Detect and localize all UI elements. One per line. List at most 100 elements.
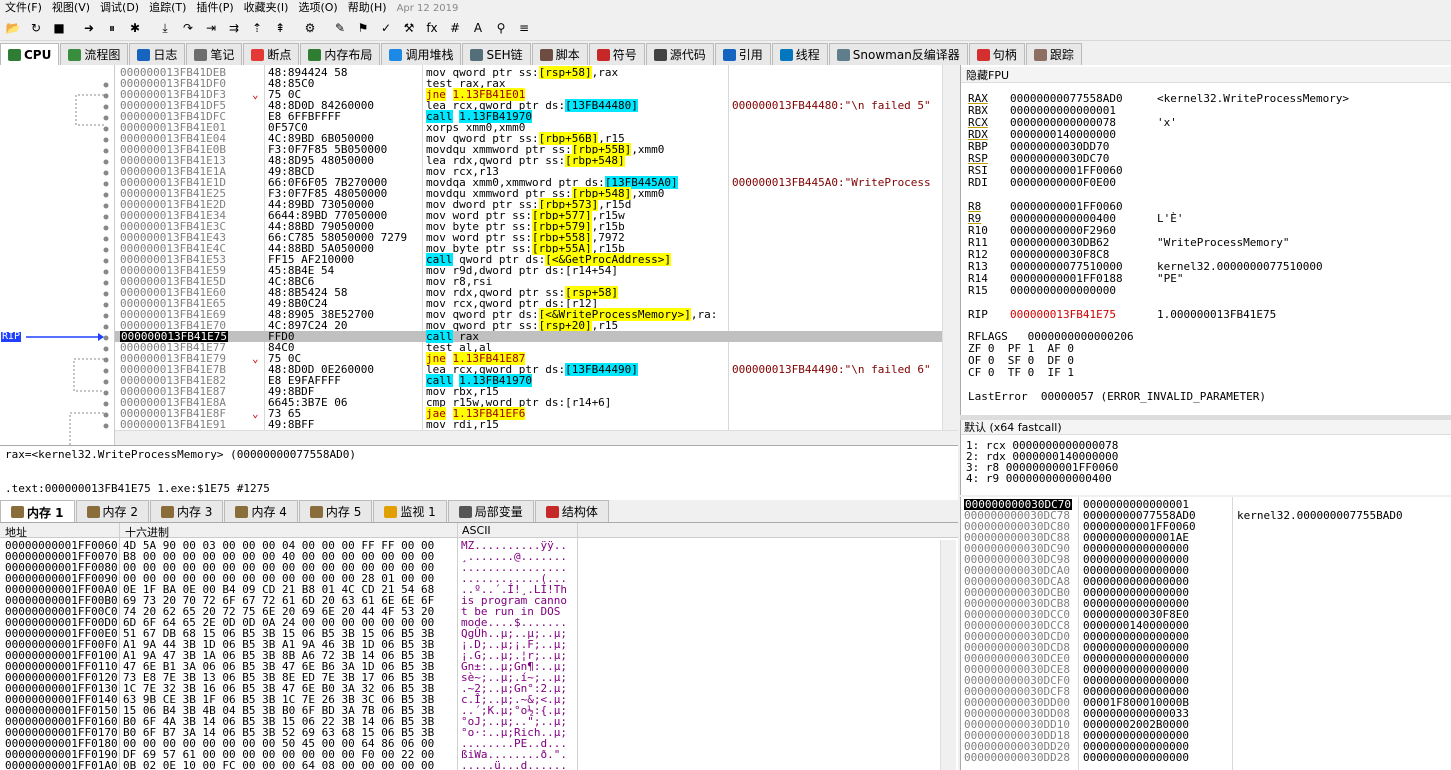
run-to-return-icon[interactable]: ⇞ — [271, 19, 289, 37]
main-tabs: CPU 流程图 日志 笔记 断点 内存布局 调用堆栈 SEH链 脚本 符号 源代码 引用 线程 Snowm… — [0, 43, 1451, 66]
tab-9[interactable]: 脚本 — [531, 43, 588, 65]
disasm-row[interactable]: 000000013FB41E77 84C0 test al,al — [115, 342, 942, 353]
font-icon[interactable]: A — [469, 19, 487, 37]
tab-label: 跟踪 — [1049, 48, 1074, 62]
tab-2[interactable]: 流程图 — [60, 43, 129, 65]
notes-icon — [194, 48, 208, 61]
call-arg-row[interactable]: 4: r9 0000000000000400 — [966, 473, 1112, 484]
menu-item[interactable]: 追踪(T) — [144, 0, 191, 15]
dump-tab-6[interactable]: 监视 1 — [373, 500, 447, 522]
dump-tab-2[interactable]: 内存 2 — [75, 500, 149, 522]
hash-icon[interactable]: # — [446, 19, 464, 37]
disasm-row[interactable]: 000000013FB41E8A 6645:3B7E 06 cmp r15w,wor… — [115, 397, 942, 408]
dump-tab-5[interactable]: 内存 5 — [298, 500, 373, 522]
menu-item[interactable]: 插件(P) — [191, 0, 238, 15]
step-into-icon[interactable]: ⤓ — [156, 19, 174, 37]
dump-vertical-scrollbar[interactable] — [940, 540, 956, 770]
tab-11[interactable]: 源代码 — [645, 43, 714, 65]
tab-1[interactable]: CPU — [0, 43, 60, 66]
disasm-row[interactable]: 000000013FB41DFC E8 6FFBFFFF call 1.13FB41… — [115, 110, 942, 123]
tab-12[interactable]: 引用 — [714, 43, 771, 65]
disasm-horizontal-scrollbar[interactable] — [115, 430, 958, 444]
register-value[interactable]: 0000000000000000 — [1010, 285, 1116, 297]
tab-8[interactable]: SEH链 — [462, 43, 531, 65]
tab-14[interactable]: Snowman反编译器 — [828, 43, 968, 65]
animate-icon[interactable]: ✱ — [126, 19, 144, 37]
disasm-gutter: RIP — [0, 65, 115, 445]
tab-6[interactable]: 内存布局 — [300, 43, 381, 65]
tab-label: SEH链 — [486, 48, 523, 62]
patch-icon[interactable]: ⚒ — [400, 19, 418, 37]
menu-item[interactable]: 文件(F) — [0, 0, 47, 15]
stack-row[interactable]: 000000000030DD28 0000000000000000 — [961, 752, 1451, 763]
register-value[interactable]: 000000013FB41E75 — [1010, 309, 1116, 321]
trace-over-icon[interactable]: ⇉ — [225, 19, 243, 37]
run-icon[interactable]: ➜ — [80, 19, 98, 37]
memory-dump-view[interactable]: 地址 十六进制 ASCII 00000000001FF0060 4D 5A 90 … — [0, 522, 958, 770]
tab-label: 引用 — [738, 48, 763, 62]
link-icon[interactable]: ⚲ — [492, 19, 510, 37]
open-folder-icon[interactable]: 📂 — [4, 19, 22, 37]
step-over-icon[interactable]: ↷ — [179, 19, 197, 37]
dump-tab-8[interactable]: 结构体 — [534, 500, 609, 522]
menu-item[interactable]: 视图(V) — [47, 0, 95, 15]
disasm-row[interactable]: 000000013FB41E75 FFD0 call rax — [115, 330, 942, 343]
breakpoint-dots — [103, 82, 109, 429]
disasm-row[interactable]: 000000013FB41DF0 48:85C0 test rax,rax — [115, 78, 942, 89]
source-icon — [653, 48, 667, 61]
tab-16[interactable]: 跟踪 — [1025, 43, 1082, 65]
tab-5[interactable]: 断点 — [243, 43, 300, 65]
stack-view[interactable]: 000000000030DC70 0000000000000001 00000000… — [960, 497, 1451, 770]
row-dot — [103, 115, 109, 121]
disasm-row[interactable]: 000000013FB41E8F 73 65 jae 1.13FB41EF6 ⌄ — [115, 407, 942, 420]
dump-tab-1[interactable]: 内存 1 — [0, 500, 75, 523]
menu-item[interactable]: 选项(O) — [293, 0, 342, 15]
dump-tab-3[interactable]: 内存 3 — [149, 500, 224, 522]
labels-icon[interactable]: ⚑ — [354, 19, 372, 37]
menu-item[interactable]: 收藏夹(I) — [239, 0, 294, 15]
tab-label: 笔记 — [210, 48, 235, 62]
trace-into-icon[interactable]: ⇥ — [202, 19, 220, 37]
calculator-icon[interactable]: ≡ — [515, 19, 533, 37]
restart-icon[interactable]: ↻ — [27, 19, 45, 37]
disasm-vertical-scrollbar[interactable] — [942, 65, 958, 430]
run-to-user-icon[interactable]: ⇡ — [248, 19, 266, 37]
seh-icon — [470, 48, 484, 61]
fx-icon[interactable]: fx — [423, 19, 441, 37]
menu-item[interactable]: 调试(D) — [95, 0, 144, 15]
tab-label: 监视 1 — [400, 505, 436, 519]
comments-icon[interactable]: ✎ — [331, 19, 349, 37]
tab-3[interactable]: 日志 — [129, 43, 186, 65]
register-comment: L'Ѐ' — [1157, 212, 1184, 225]
flags-row[interactable]: CF 0 TF 0 IF 1 — [968, 367, 1074, 379]
bookmarks-icon[interactable]: ✓ — [377, 19, 395, 37]
row-dot — [103, 126, 109, 132]
hide-fpu-button[interactable]: 隐藏FPU — [961, 67, 1451, 83]
disassembly-view[interactable]: 000000013FB41DEB 48:894424 58 mov qword pt… — [115, 65, 942, 430]
menu-item[interactable]: 帮助(H) — [343, 0, 392, 15]
tab-label: 内存 1 — [27, 505, 64, 520]
row-dot — [103, 225, 109, 231]
calling-convention-selector[interactable]: 默认 (x64 fastcall) — [961, 420, 1451, 435]
tab-13[interactable]: 线程 — [771, 43, 828, 65]
dump-tab-7[interactable]: 局部变量 — [447, 500, 534, 522]
scylla-icon[interactable]: ⚙ — [301, 19, 319, 37]
pause-icon[interactable]: ⏸ — [103, 19, 121, 37]
disasm-row[interactable]: 000000013FB41E13 48:8D95 48050000 lea rdx,… — [115, 154, 942, 167]
tab-7[interactable]: 调用堆栈 — [381, 43, 462, 65]
tab-10[interactable]: 符号 — [588, 43, 645, 65]
tab-15[interactable]: 句柄 — [968, 43, 1025, 65]
tab-label: 局部变量 — [474, 505, 523, 519]
register-value[interactable]: 00000000000F0E00 — [1010, 177, 1116, 189]
dump-header-hex: 十六进制 — [125, 526, 169, 539]
stop-icon[interactable]: ■ — [50, 19, 68, 37]
tab-4[interactable]: 笔记 — [186, 43, 243, 65]
dump-tab-4[interactable]: 内存 4 — [224, 500, 298, 522]
disasm-row[interactable]: 000000013FB41E91 49:8BFF mov rdi,r15 — [115, 419, 942, 430]
disasm-row[interactable]: 000000013FB41E82 E8 E9FAFFFF call 1.13FB41… — [115, 374, 942, 387]
row-dot — [103, 247, 109, 253]
tab-label: 内存 4 — [251, 505, 287, 519]
disasm-row[interactable]: 000000013FB41E70 4C:897C24 20 mov qword pt… — [115, 319, 942, 332]
disasm-row[interactable]: 000000013FB41DEB 48:894424 58 mov qword pt… — [115, 66, 942, 79]
disasm-row[interactable]: 000000013FB41E59 45:8B4E 54 mov r9d,dword … — [115, 265, 942, 276]
